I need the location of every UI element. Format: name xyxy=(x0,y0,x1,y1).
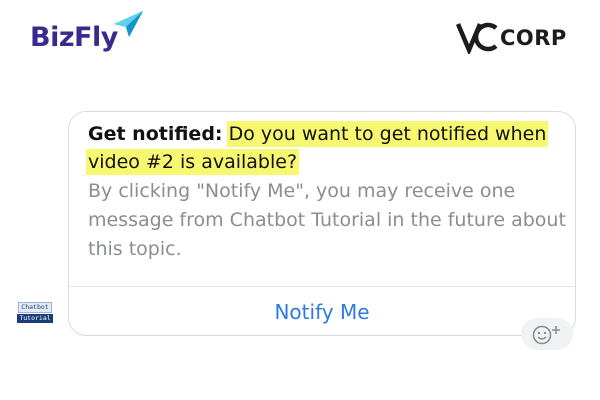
paper-plane-icon xyxy=(114,11,143,37)
vccorp-mark-icon xyxy=(456,22,498,54)
headline: Get notified: Do you want to get notifie… xyxy=(88,120,568,176)
vccorp-logo: CORP xyxy=(456,20,574,54)
description-text: By clicking "Notify Me", you may receive… xyxy=(88,180,566,260)
headline-label: Get notified: xyxy=(88,123,223,145)
bizfly-logo: BizFly xyxy=(30,10,145,58)
card-body: Get notified: Do you want to get notifie… xyxy=(88,120,568,264)
avatar-line1: Chatbot xyxy=(18,302,52,313)
add-reaction-icon xyxy=(532,325,560,345)
notify-me-button[interactable]: Notify Me xyxy=(69,287,575,336)
vccorp-wordmark: CORP xyxy=(500,26,567,50)
add-reaction-button[interactable] xyxy=(521,318,573,350)
avatar-line2: Tutorial xyxy=(17,314,53,323)
bizfly-wordmark: BizFly xyxy=(30,22,118,53)
sender-avatar: Chatbot Tutorial xyxy=(17,302,53,324)
notification-card: Get notified: Do you want to get notifie… xyxy=(68,111,576,336)
